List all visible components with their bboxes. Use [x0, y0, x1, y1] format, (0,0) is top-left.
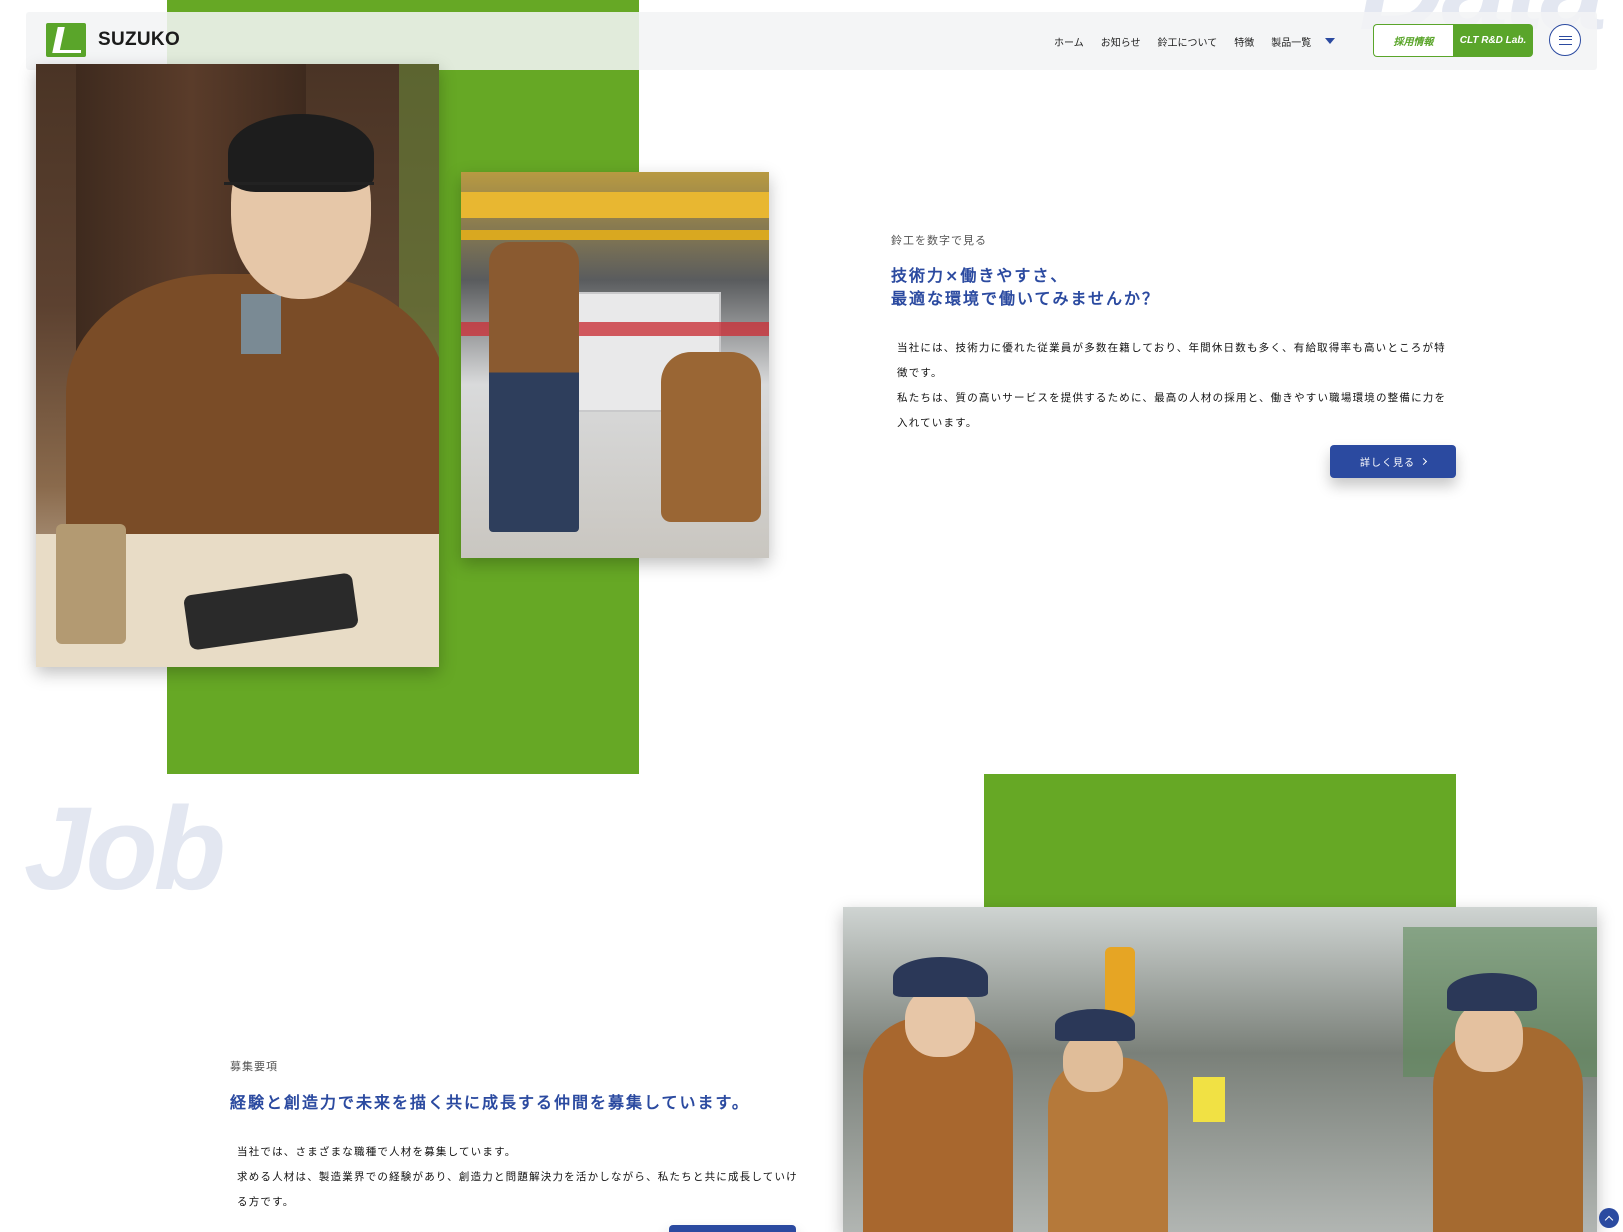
data-section-label: 鈴工を数字で見る — [891, 234, 987, 247]
green-accent-block-bottom — [984, 774, 1456, 908]
chevron-right-icon — [1419, 457, 1428, 466]
nav-item-home[interactable]: ホーム — [1054, 34, 1084, 49]
photo-shirt — [241, 294, 281, 354]
main-nav: ホーム お知らせ 鈴工について 特徴 製品一覧 — [1054, 12, 1336, 70]
job-section-body: 当社では、さまざまな職種で人材を募集しています。 求める人材は、製造業界での経験… — [237, 1140, 807, 1215]
background-word-job: Job — [24, 783, 226, 915]
office-worker-photo — [36, 64, 439, 667]
photo-worker-standing — [489, 242, 579, 532]
factory-workers-photo — [461, 172, 769, 558]
job-section-label: 募集要項 — [230, 1060, 278, 1073]
photo-cap-middle — [1055, 1009, 1135, 1041]
data-section-title-line1: 技術力×働きやすさ、 — [891, 266, 1069, 285]
factory-team-photo — [843, 907, 1597, 1232]
photo-glasses — [224, 182, 374, 212]
photo-cap-left — [893, 957, 988, 997]
more-button-label: 詳しく見る — [1360, 458, 1415, 469]
photo-crane-beam — [461, 192, 769, 218]
data-section-title-line2: 最適な環境で働いてみませんか？ — [891, 289, 1161, 308]
photo-crane-hook — [1105, 947, 1135, 1017]
photo-hair — [228, 114, 374, 192]
data-section-body: 当社には、技術力に優れた従業員が多数在籍しており、年間休日数も多く、有給取得率も… — [897, 336, 1457, 436]
job-section-body-line1: 当社では、さまざまな職種で人材を募集しています。 — [237, 1146, 517, 1158]
nav-item-products[interactable]: 製品一覧 — [1271, 34, 1336, 49]
back-to-top-button[interactable] — [1599, 1208, 1619, 1228]
data-section-body-line1: 当社には、技術力に優れた従業員が多数在籍しており、年間休日数も多く、有給取得率も… — [897, 342, 1446, 379]
data-section-body-line2: 私たちは、質の高いサービスを提供するために、最高の人材の採用と、働きやすい職場環… — [897, 392, 1447, 429]
nav-item-products-label: 製品一覧 — [1271, 37, 1312, 49]
photo-mug — [56, 524, 126, 644]
photo-yellow-box — [1193, 1077, 1225, 1122]
site-logo[interactable]: SUZUKO — [46, 23, 180, 57]
photo-cap-right — [1447, 973, 1537, 1011]
hamburger-menu-icon — [1558, 35, 1572, 45]
photo-face-right — [1455, 1002, 1523, 1072]
chevron-down-icon — [1325, 38, 1336, 44]
job-section-title: 経験と創造力で未来を描く共に成長する仲間を募集しています。 — [230, 1093, 750, 1112]
clt-lab-button[interactable]: CLT R&D Lab. — [1453, 24, 1533, 57]
site-header: SUZUKO ホーム お知らせ 鈴工について 特徴 製品一覧 採用情報 CLT … — [26, 12, 1597, 70]
nav-item-features[interactable]: 特徴 — [1234, 34, 1254, 49]
job-section-body-line2: 求める人材は、製造業界での経験があり、創造力と問題解決力を活かしながら、私たちと… — [237, 1171, 798, 1208]
photo-worker-crouching — [661, 352, 761, 522]
nav-item-news[interactable]: お知らせ — [1101, 34, 1141, 49]
recruit-button[interactable]: 採用情報 — [1373, 24, 1453, 57]
job-section-more-button[interactable] — [669, 1225, 796, 1232]
data-section-title: 技術力×働きやすさ、 最適な環境で働いてみませんか？ — [891, 264, 1371, 310]
header-cta-group: 採用情報 CLT R&D Lab. — [1373, 24, 1533, 57]
photo-face-middle — [1063, 1032, 1123, 1092]
logo-text: SUZUKO — [98, 29, 181, 50]
chevron-up-icon — [1604, 1215, 1614, 1224]
nav-item-about[interactable]: 鈴工について — [1158, 34, 1218, 49]
data-section-more-button[interactable]: 詳しく見る — [1330, 445, 1456, 478]
photo-face-left — [905, 987, 975, 1057]
photo-crane-rail — [461, 230, 769, 240]
menu-button[interactable] — [1549, 24, 1581, 56]
logo-mark-icon — [46, 23, 86, 57]
